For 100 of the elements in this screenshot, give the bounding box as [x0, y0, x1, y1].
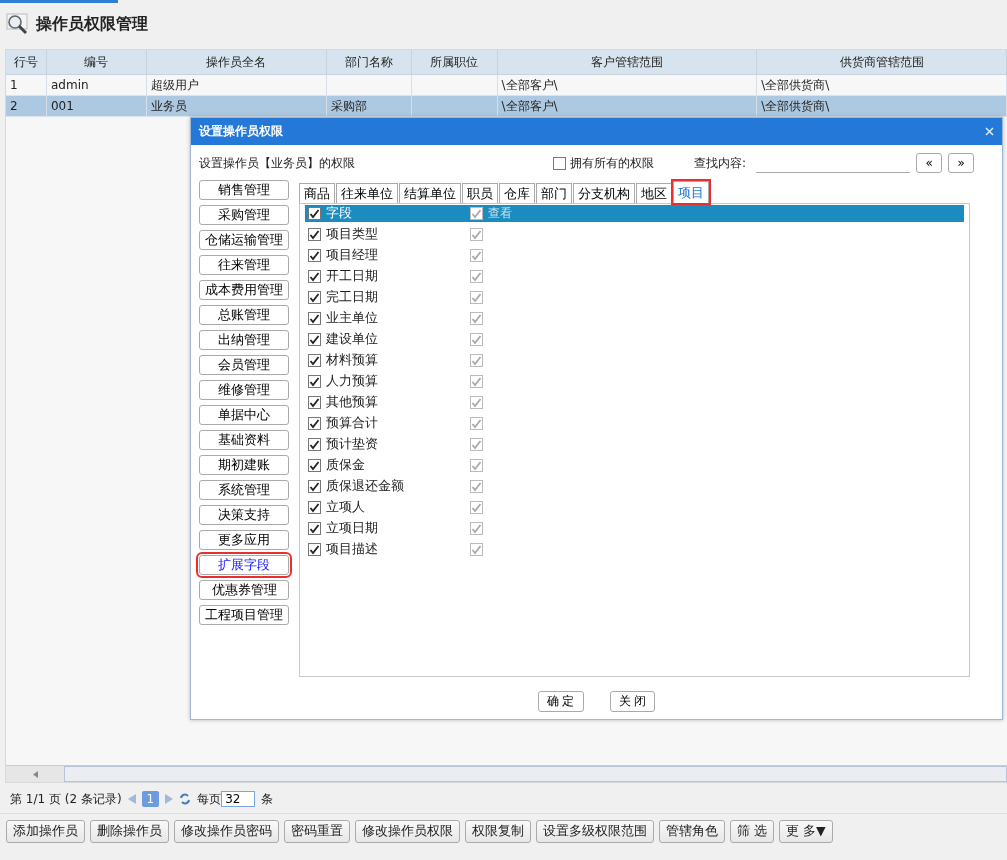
column-header[interactable]: 编号	[46, 50, 147, 75]
checkbox[interactable]	[308, 354, 321, 367]
checkbox[interactable]	[553, 156, 566, 170]
tab[interactable]: 分支机构	[573, 183, 635, 203]
scroll-left-icon[interactable]	[32, 770, 38, 778]
action-button[interactable]: 更 多▼	[779, 820, 833, 843]
tab[interactable]: 项目	[673, 181, 709, 203]
module-button[interactable]: 会员管理	[199, 355, 289, 375]
checkbox[interactable]	[308, 270, 321, 283]
column-header[interactable]: 部门名称	[326, 50, 412, 75]
checkbox[interactable]	[470, 291, 483, 304]
checkbox[interactable]	[308, 333, 321, 346]
checkbox[interactable]	[308, 291, 321, 304]
checkbox[interactable]	[308, 417, 321, 430]
action-button[interactable]: 密码重置	[284, 820, 350, 843]
action-button[interactable]: 修改操作员权限	[355, 820, 460, 843]
column-header[interactable]: 供货商管辖范围	[757, 50, 1007, 75]
checkbox[interactable]	[308, 396, 321, 409]
checkbox[interactable]	[470, 249, 483, 262]
column-header[interactable]: 客户管辖范围	[497, 50, 758, 75]
action-button[interactable]: 添加操作员	[6, 820, 85, 843]
checkbox[interactable]	[470, 270, 483, 283]
field-label: 项目经理	[326, 247, 379, 264]
per-page-field[interactable]: 32	[221, 791, 256, 807]
scrollbar-thumb[interactable]	[64, 766, 1007, 782]
next-button[interactable]: »	[948, 153, 975, 173]
table-row[interactable]: 2 001 业务员 采购部 \全部客户\ \全部供货商\	[6, 96, 1007, 117]
checkbox[interactable]	[308, 480, 321, 493]
module-button[interactable]: 期初建账	[199, 455, 289, 475]
tab[interactable]: 部门	[536, 183, 572, 203]
checkbox[interactable]	[308, 375, 321, 388]
previous-button[interactable]: «	[916, 153, 943, 173]
checkbox[interactable]	[470, 396, 483, 409]
checkbox[interactable]	[470, 207, 483, 220]
action-button[interactable]: 删除操作员	[90, 820, 169, 843]
checkbox[interactable]	[470, 354, 483, 367]
checkbox-label: 拥有所有的权限	[570, 154, 654, 172]
action-button[interactable]: 设置多级权限范围	[536, 820, 654, 843]
checkbox[interactable]	[470, 438, 483, 451]
checkbox[interactable]	[470, 459, 483, 472]
checkbox[interactable]	[308, 522, 321, 535]
per-page-unit: 条	[261, 790, 274, 808]
module-button[interactable]: 销售管理	[199, 180, 289, 200]
table-cell: 2	[6, 96, 47, 117]
checkbox[interactable]	[470, 480, 483, 493]
module-button[interactable]: 出纳管理	[199, 330, 289, 350]
checkbox[interactable]	[308, 459, 321, 472]
column-header[interactable]: 所属职位	[411, 50, 498, 75]
checkbox[interactable]	[470, 543, 483, 556]
tab[interactable]: 职员	[462, 183, 498, 203]
checkbox[interactable]	[308, 543, 321, 556]
next-page-icon[interactable]	[165, 794, 174, 804]
checkbox[interactable]	[470, 228, 483, 241]
module-button[interactable]: 往来管理	[199, 255, 289, 275]
checkbox[interactable]	[308, 501, 321, 514]
checkbox[interactable]	[308, 228, 321, 241]
action-button[interactable]: 管辖角色	[659, 820, 725, 843]
module-button[interactable]: 总账管理	[199, 305, 289, 325]
module-button[interactable]: 维修管理	[199, 380, 289, 400]
column-header[interactable]: 行号	[6, 50, 47, 75]
action-button[interactable]: 筛 选	[730, 820, 774, 843]
checkbox[interactable]	[470, 312, 483, 325]
checkbox[interactable]	[308, 438, 321, 451]
page-title: 操作员权限管理	[36, 13, 148, 35]
module-button[interactable]: 单据中心	[199, 405, 289, 425]
page-info: 第 1/1 页 (2 条记录)	[10, 790, 122, 808]
module-button[interactable]: 仓储运输管理	[199, 230, 289, 250]
module-button[interactable]: 决策支持	[199, 505, 289, 525]
tab[interactable]: 往来单位	[336, 183, 398, 203]
module-button[interactable]: 采购管理	[199, 205, 289, 225]
module-button[interactable]: 优惠券管理	[199, 580, 289, 600]
checkbox[interactable]	[308, 207, 321, 220]
checkbox[interactable]	[470, 333, 483, 346]
dialog-button[interactable]: 确 定	[537, 691, 584, 712]
module-button[interactable]: 成本费用管理	[199, 280, 289, 300]
module-button[interactable]: 扩展字段	[199, 555, 289, 575]
column-header[interactable]: 操作员全名	[146, 50, 327, 75]
field-label: 材料预算	[326, 352, 379, 369]
checkbox[interactable]	[470, 375, 483, 388]
dialog-button[interactable]: 关 闭	[609, 691, 656, 712]
module-button[interactable]: 系统管理	[199, 480, 289, 500]
checkbox[interactable]	[470, 522, 483, 535]
field-label: 立项日期	[326, 520, 379, 537]
tab[interactable]: 商品	[299, 183, 335, 203]
tab[interactable]: 结算单位	[399, 183, 461, 203]
action-button[interactable]: 权限复制	[465, 820, 531, 843]
checkbox[interactable]	[308, 249, 321, 262]
tab[interactable]: 仓库	[499, 183, 535, 203]
action-button[interactable]: 修改操作员密码	[174, 820, 279, 843]
module-button[interactable]: 更多应用	[199, 530, 289, 550]
checkbox[interactable]	[470, 417, 483, 430]
module-button[interactable]: 工程项目管理	[199, 605, 289, 625]
module-button[interactable]: 基础资料	[199, 430, 289, 450]
previous-page-icon[interactable]	[127, 794, 136, 804]
checkbox[interactable]	[470, 501, 483, 514]
dialog-title: 设置操作员权限	[199, 123, 283, 140]
checkbox[interactable]	[308, 312, 321, 325]
refresh-icon[interactable]	[179, 793, 192, 805]
tab[interactable]: 地区	[636, 183, 672, 203]
close-icon[interactable]	[985, 127, 994, 136]
